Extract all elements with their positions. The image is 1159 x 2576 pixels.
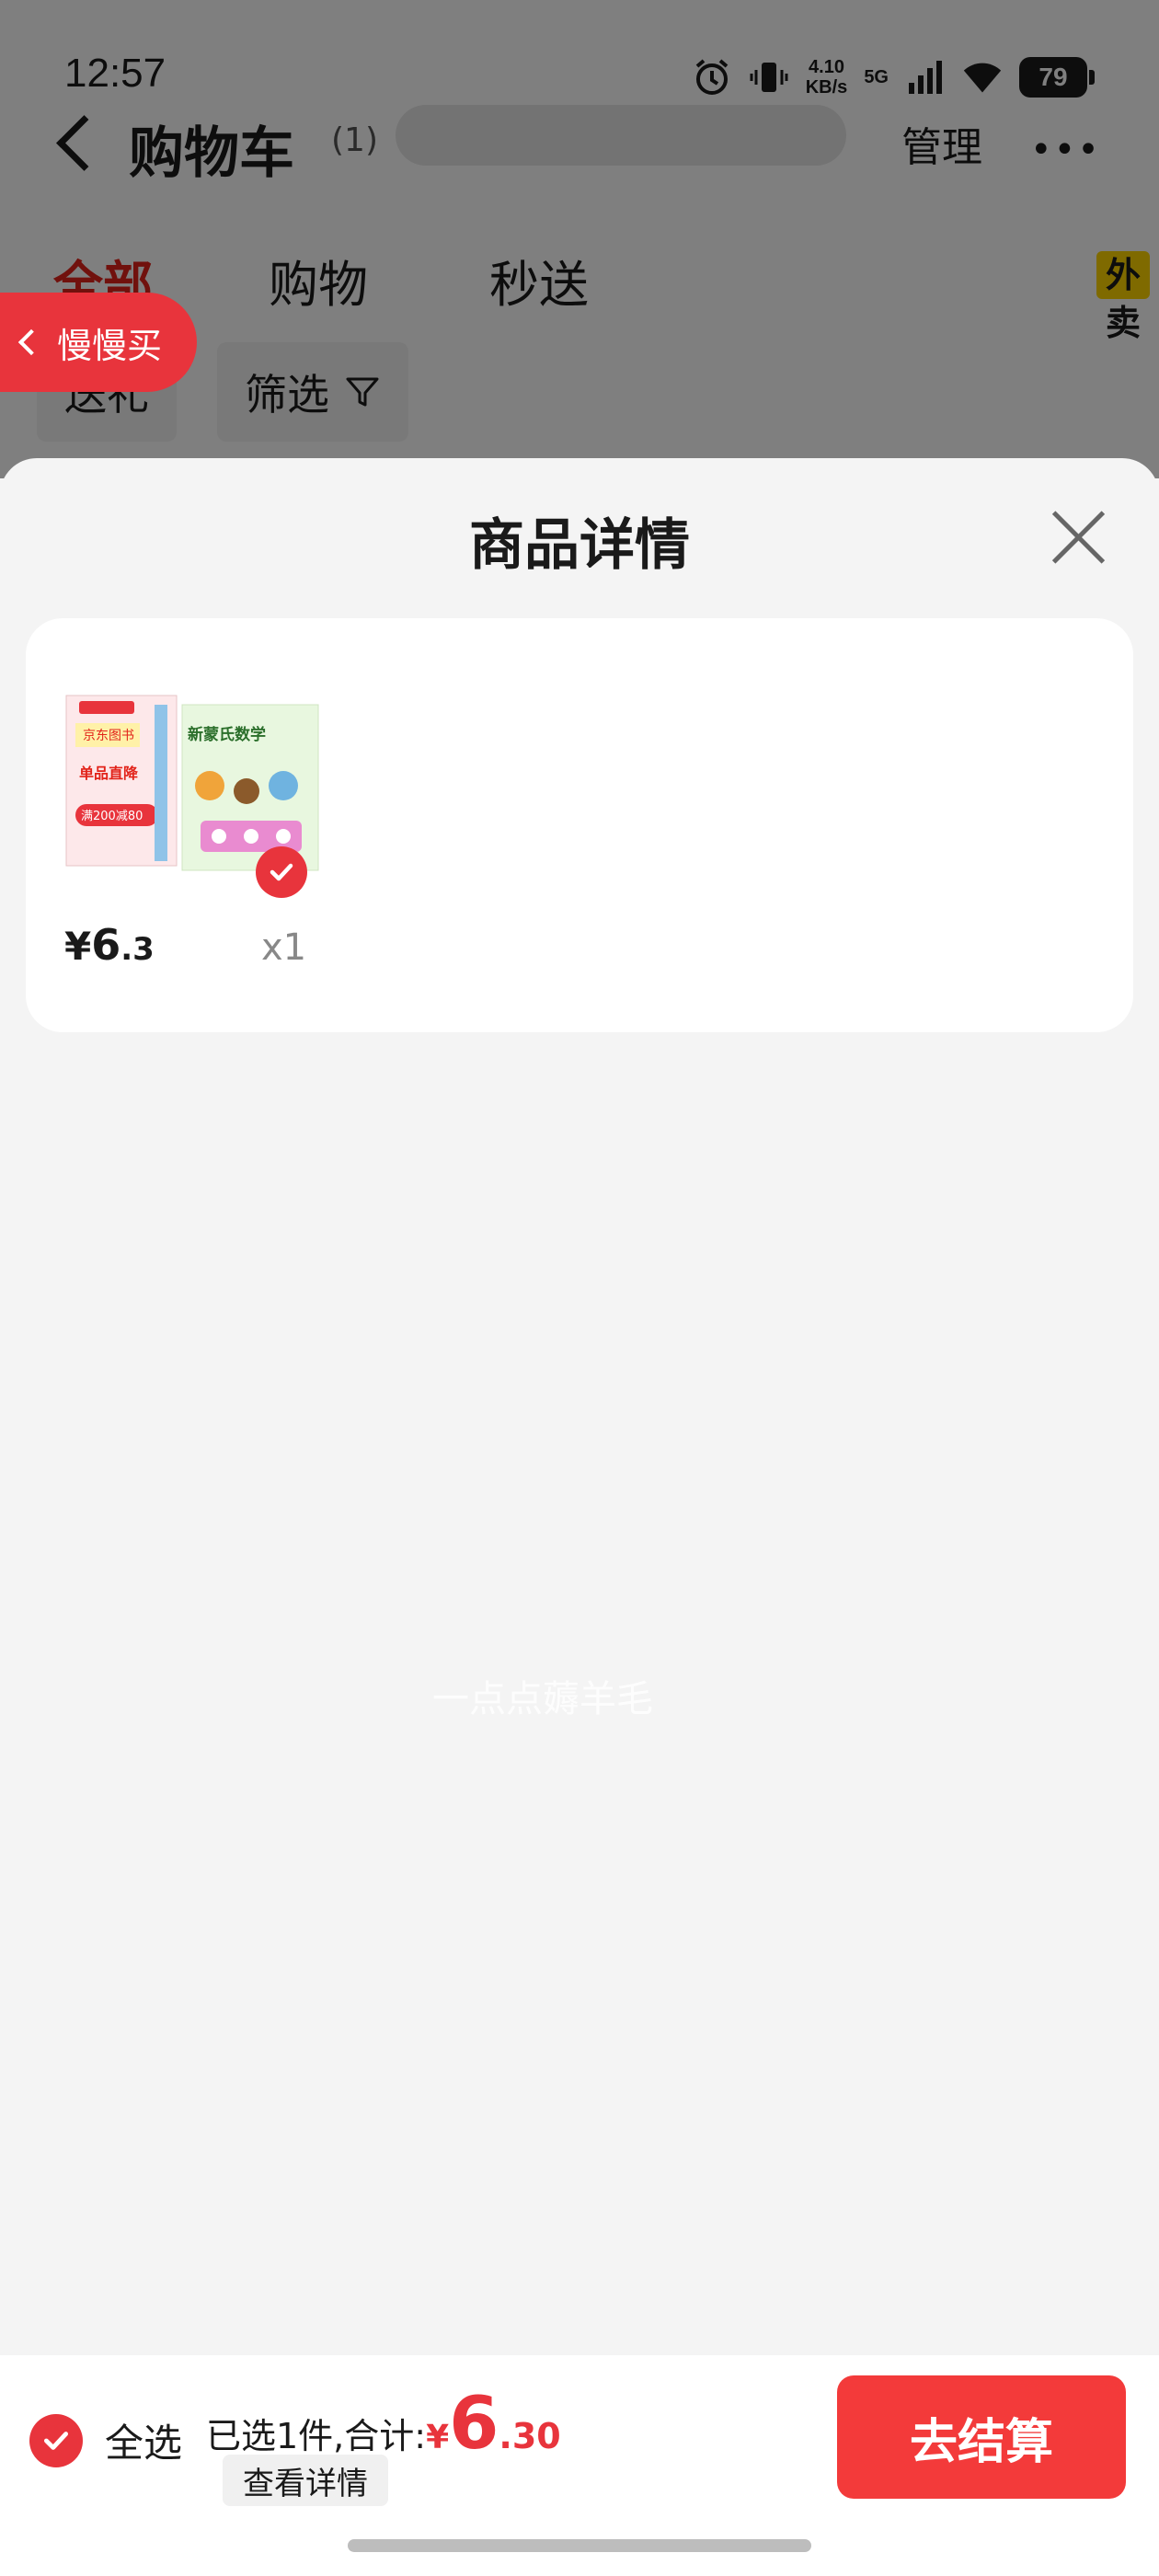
close-icon[interactable] bbox=[1049, 508, 1107, 567]
home-indicator[interactable] bbox=[348, 2539, 811, 2552]
promo-discount-text: 单品直降 bbox=[79, 765, 139, 782]
product-card: 京东图书 单品直降 满200减80 新蒙氏数学 ¥6.3 x1 bbox=[26, 618, 1133, 1032]
product-detail-sheet: 商品详情 京东图书 单品直降 满200减80 新蒙氏数学 ¥6.3 x1 一点点… bbox=[0, 458, 1159, 2576]
checkout-button[interactable]: 去结算 bbox=[837, 2375, 1126, 2499]
slow-buy-label: 慢慢买 bbox=[57, 325, 163, 366]
book-title-text: 新蒙氏数学 bbox=[188, 725, 266, 744]
select-all-toggle[interactable]: 全选 bbox=[29, 2412, 182, 2468]
select-all-checkbox[interactable] bbox=[29, 2413, 83, 2467]
item-selected-checkbox[interactable] bbox=[256, 846, 307, 898]
modal-overlay[interactable] bbox=[0, 0, 1159, 478]
select-all-label: 全选 bbox=[105, 2421, 183, 2466]
promo-brand-text: 京东图书 bbox=[83, 729, 134, 743]
product-price: ¥6.3 bbox=[64, 920, 155, 970]
watermark-text: 一点点薅羊毛 bbox=[432, 1678, 653, 1720]
view-details-button[interactable]: 查看详情 bbox=[223, 2455, 388, 2506]
summary-text: 已选1件,合计: bbox=[206, 2416, 427, 2456]
checkmark-icon bbox=[43, 2431, 69, 2450]
checkmark-icon bbox=[270, 863, 293, 881]
product-quantity: x1 bbox=[261, 926, 307, 969]
slow-buy-button[interactable]: 慢慢买 bbox=[0, 293, 197, 392]
order-summary: 已选1件,合计:¥6.30 bbox=[206, 2383, 561, 2466]
promo-deal-text: 满200减80 bbox=[81, 810, 143, 823]
sheet-title: 商品详情 bbox=[469, 513, 690, 578]
total-price: ¥6.30 bbox=[426, 2383, 561, 2466]
checkout-bar: 全选 已选1件,合计:¥6.30 查看详情 去结算 bbox=[0, 2355, 1159, 2576]
chevron-left-icon bbox=[17, 328, 45, 356]
cart-page-background: 12:57 4.10 KB/s 5G 79 购物车 (1) bbox=[0, 0, 1159, 478]
